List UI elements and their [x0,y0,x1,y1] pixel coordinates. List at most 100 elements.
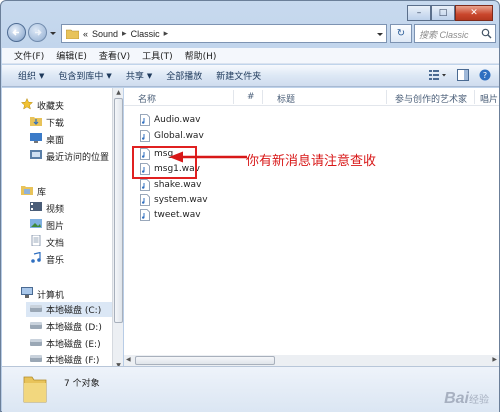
nav-documents-label: 文档 [46,238,65,249]
file-row[interactable]: tweet.wav [140,209,201,221]
scrollbar-thumb[interactable] [114,98,123,323]
column-album[interactable]: 唱片 [480,92,498,105]
column-title[interactable]: 标题 [277,92,295,105]
menu-file[interactable]: 文件(F) [14,49,44,62]
star-icon [20,97,34,113]
maximize-button[interactable]: □ [431,5,455,21]
file-name: tweet.wav [154,210,201,220]
document-library-icon [30,234,42,249]
nav-drive-d[interactable]: 本地磁盘 (D:) [30,320,102,333]
svg-text:?: ? [483,71,487,80]
help-button[interactable]: ? [479,69,491,84]
chevron-down-icon: ▼ [146,71,153,80]
nav-downloads[interactable]: 下载 [30,115,64,129]
scroll-right-icon[interactable]: ▶ [492,356,497,363]
search-icon [481,28,492,39]
nav-libraries[interactable]: 库 [21,184,46,198]
details-pane: 7 个对象 Bai经验 [2,366,499,412]
play-all-label: 全部播放 [166,72,203,82]
column-artist[interactable]: 参与创作的艺术家 [395,92,467,105]
item-count: 7 个对象 [64,379,100,389]
nav-pictures[interactable]: 图片 [30,218,64,232]
scroll-left-icon[interactable]: ◀ [126,356,131,363]
annotation-text: 你有新消息请注意查收 [246,154,377,169]
nav-computer-label: 计算机 [37,290,65,301]
nav-music-label: 音乐 [46,255,65,266]
nav-libraries-label: 库 [37,187,47,198]
minimize-button[interactable]: – [407,5,431,21]
watermark-brand: Bai [444,390,469,407]
column-divider[interactable] [474,90,475,104]
organize-label: 组织 [18,72,37,82]
share-button[interactable]: 共享 ▼ [126,69,153,83]
nav-desktop[interactable]: 桌面 [30,132,64,146]
file-row[interactable]: Global.wav [140,130,204,142]
back-arrow-icon [12,29,19,36]
close-button[interactable]: ✕ [455,5,493,21]
file-name: Global.wav [154,131,204,141]
desktop-icon [30,132,42,146]
nav-drive-e[interactable]: 本地磁盘 (E:) [30,337,101,350]
address-dropdown-icon[interactable] [376,30,384,38]
play-all-button[interactable]: 全部播放 [166,69,202,82]
column-name[interactable]: 名称 [138,92,156,105]
nav-drive-f[interactable]: 本地磁盘 (F:) [30,353,99,366]
hard-drive-icon [30,304,42,316]
file-row[interactable]: system.wav [140,194,208,206]
search-input[interactable]: 搜索 Classic [414,24,496,43]
navigation-pane: 收藏夹 下载 桌面 最近访问的位置 库 视频 图片 文档 音乐 计算机 本地磁盘… [2,88,112,371]
nav-computer[interactable]: 计算机 [21,287,64,301]
nav-recent[interactable]: 最近访问的位置 [30,149,109,163]
explorer-window: – □ ✕ « Sound ▸ Classic ▸ ↻ 搜索 Classic 文… [0,0,500,412]
view-list-icon [429,70,446,80]
nav-scrollbar[interactable]: ▲ ▼ [112,88,123,371]
menu-edit[interactable]: 编辑(E) [56,49,87,62]
view-options-button[interactable] [429,69,447,84]
nav-downloads-label: 下载 [46,118,65,129]
nav-drive-e-label: 本地磁盘 (E:) [46,340,101,350]
library-icon [21,184,33,198]
breadcrumb-separator: ▸ [122,28,127,38]
nav-music[interactable]: 音乐 [30,251,65,266]
scrollbar-thumb[interactable] [135,356,275,365]
new-folder-label: 新建文件夹 [216,72,262,82]
address-bar[interactable]: « Sound ▸ Classic ▸ [61,24,387,43]
horizontal-scrollbar[interactable]: ◀ ▶ [124,355,499,366]
refresh-button[interactable]: ↻ [390,24,412,43]
back-button[interactable] [7,23,26,42]
command-bar: 组织 ▼ 包含到库中 ▼ 共享 ▼ 全部播放 新建文件夹 ? [2,65,499,87]
nav-pictures-label: 图片 [46,221,65,232]
file-row[interactable]: Audio.wav [140,114,201,126]
menu-help[interactable]: 帮助(H) [185,49,217,62]
refresh-icon: ↻ [396,28,406,39]
nav-drive-c-label: 本地磁盘 (C:) [46,306,102,316]
organize-button[interactable]: 组织 ▼ [18,69,44,83]
column-number[interactable]: # [247,92,255,102]
column-divider[interactable] [386,90,387,104]
new-folder-button[interactable]: 新建文件夹 [216,69,261,82]
nav-videos[interactable]: 视频 [30,201,64,215]
audio-file-icon [140,194,150,206]
menu-tools[interactable]: 工具(T) [142,49,173,62]
preview-pane-button[interactable] [457,69,469,84]
nav-desktop-label: 桌面 [46,135,65,146]
forward-button[interactable] [28,23,47,42]
menu-bar: 文件(F) 编辑(E) 查看(V) 工具(T) 帮助(H) [2,48,499,64]
file-name: Audio.wav [154,115,201,125]
address-prefix: « [83,28,89,39]
nav-favorites-label: 收藏夹 [37,102,65,112]
breadcrumb-classic[interactable]: Classic [131,29,160,39]
nav-drive-c[interactable]: 本地磁盘 (C:) [26,302,112,317]
scroll-up-icon[interactable]: ▲ [114,89,123,97]
file-row[interactable]: shake.wav [140,179,201,191]
history-dropdown-icon[interactable] [49,29,57,37]
column-divider[interactable] [262,90,263,104]
menu-view[interactable]: 查看(V) [99,49,130,62]
audio-file-icon [140,114,150,126]
include-library-button[interactable]: 包含到库中 ▼ [58,69,111,83]
nav-favorites[interactable]: 收藏夹 [20,97,65,113]
breadcrumb-sound[interactable]: Sound [92,29,118,39]
column-divider[interactable] [233,90,234,104]
nav-documents[interactable]: 文档 [30,234,65,249]
file-name: system.wav [154,195,208,205]
